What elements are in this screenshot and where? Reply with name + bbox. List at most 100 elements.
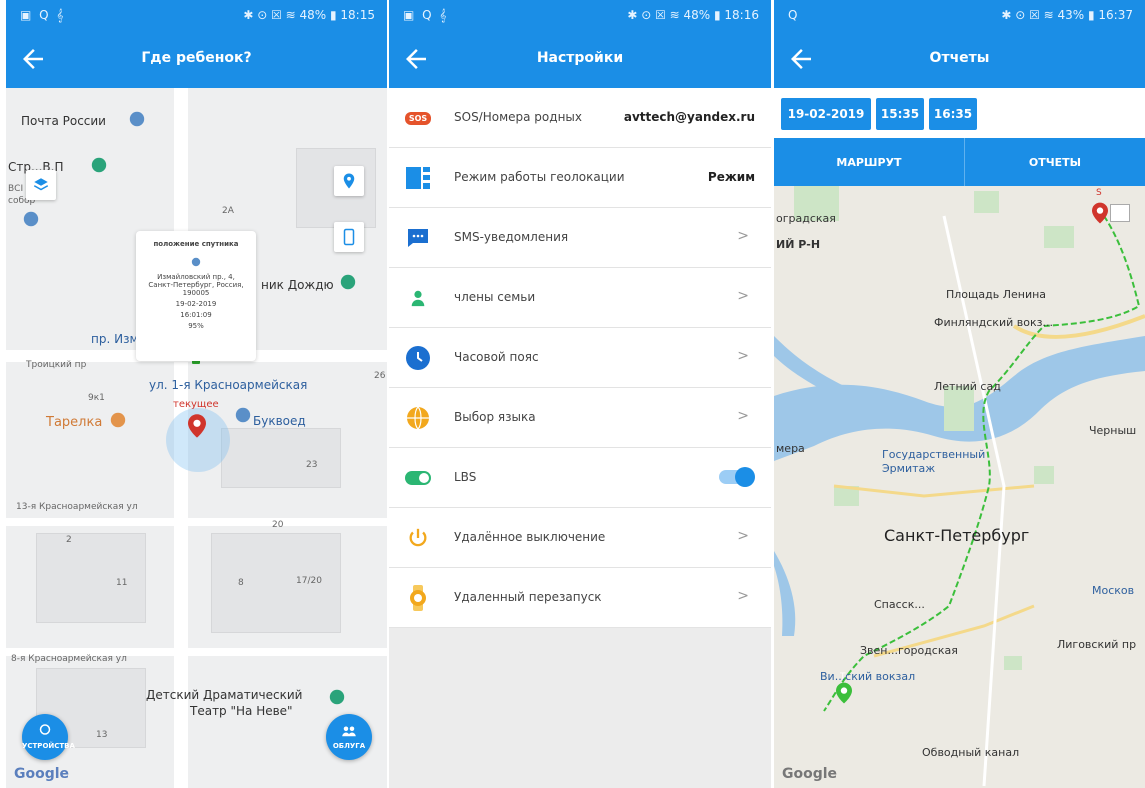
status-bar: Q ✱ ⊙ ☒ ≋ 43% ▮ 16:37: [774, 0, 1145, 30]
settings-item-timezone[interactable]: Часовой пояс >: [389, 328, 771, 388]
route-end-marker-icon[interactable]: [836, 682, 852, 704]
settings-item-lbs[interactable]: LBS: [389, 448, 771, 508]
app-bar: Отчеты: [774, 30, 1145, 88]
sos-icon: SOS: [404, 105, 432, 131]
map-label: Буквоед: [253, 414, 306, 428]
settings-item-sms[interactable]: SMS-уведомления >: [389, 208, 771, 268]
map-label: 2: [66, 535, 72, 545]
app-bar: Настройки: [389, 30, 771, 88]
route-map[interactable]: оградская ИЙ Р-Н Площадь Ленина Финляндс…: [774, 186, 1145, 788]
screen-settings: ▣ Q 𝄞 ✱ ⊙ ☒ ≋ 48% ▮ 18:16 Настройки SOS …: [389, 0, 771, 788]
clock-icon: [405, 345, 431, 371]
service-button-label: ОБЛУГА: [332, 742, 366, 750]
settings-item-geolocation-mode[interactable]: Режим работы геолокации Режим: [389, 148, 771, 208]
layers-icon: [33, 178, 49, 191]
settings-item-label: SOS/Номера родных: [454, 110, 582, 124]
chevron-right-icon: >: [737, 408, 749, 424]
poi-marker-icon[interactable]: [234, 406, 252, 424]
map-label: ВСI: [8, 184, 24, 194]
map-label: Тарелка: [46, 415, 103, 430]
settings-item-language[interactable]: Выбор языка >: [389, 388, 771, 448]
layers-button[interactable]: [26, 170, 56, 200]
location-pin-icon: [343, 173, 355, 189]
poi-marker-icon[interactable]: [328, 688, 346, 706]
page-title: Отчеты: [929, 50, 990, 66]
tab-route[interactable]: МАРШРУТ: [774, 138, 964, 186]
satellite-position-popup[interactable]: положение спутника Измайловский пр., 4, …: [136, 231, 256, 361]
map-label: 26: [374, 371, 386, 381]
settings-item-value: Режим: [707, 170, 755, 184]
map-label: Черныш: [1089, 424, 1137, 437]
settings-item-label: LBS: [454, 470, 477, 484]
status-left: Q: [788, 8, 800, 22]
lbs-toggle-icon: [405, 465, 431, 491]
settings-item-family[interactable]: члены семьи >: [389, 268, 771, 328]
settings-item-label: Удалённое выключение: [454, 530, 606, 544]
poi-marker-icon[interactable]: [339, 273, 357, 291]
service-button[interactable]: ОБЛУГА: [326, 714, 372, 760]
settings-item-sos[interactable]: SOS SOS/Номера родных avttech@yandex.ru: [389, 88, 771, 148]
popup-battery: 95%: [188, 322, 204, 330]
settings-item-remote-restart[interactable]: Удаленный перезапуск >: [389, 568, 771, 628]
people-icon: [342, 726, 356, 737]
poi-marker-icon[interactable]: [109, 411, 127, 429]
map-label: Государственный: [882, 448, 986, 461]
map-label: Ви...ский вокзал: [820, 670, 916, 683]
poi-marker-icon[interactable]: [22, 210, 40, 228]
map-label: Финляндский вокз...: [934, 316, 1053, 329]
chevron-right-icon: >: [737, 348, 749, 364]
map-view[interactable]: Почта России Стр...В.П ВСI собор 2А ник …: [6, 88, 387, 788]
page-title: Настройки: [536, 50, 624, 66]
chevron-right-icon: >: [737, 228, 749, 244]
map-label: Санкт-Петербург: [884, 526, 1030, 545]
settings-item-label: члены семьи: [454, 290, 536, 304]
time-to-chip[interactable]: 16:35: [929, 98, 977, 130]
status-right: ✱ ⊙ ☒ ≋ 48% ▮ 18:15: [243, 8, 375, 22]
lbs-toggle-switch[interactable]: [719, 467, 755, 487]
poi-marker-icon[interactable]: [128, 110, 146, 128]
settings-item-label: Удаленный перезапуск: [454, 590, 602, 604]
map-label: Эрмитаж: [882, 462, 936, 475]
popup-title: положение спутника: [153, 240, 239, 248]
status-bar: ▣ Q 𝄞 ✱ ⊙ ☒ ≋ 48% ▮ 18:15: [6, 0, 387, 30]
power-icon: [405, 525, 431, 551]
map-label: 2А: [222, 206, 234, 216]
route-start-marker-icon[interactable]: [1092, 202, 1108, 224]
poi-marker-icon[interactable]: [90, 156, 108, 174]
route-start-label: S: [1096, 188, 1102, 198]
settings-list: SOS SOS/Номера родных avttech@yandex.ru …: [389, 88, 771, 628]
report-tabs: МАРШРУТ ОТЧЕТЫ: [774, 138, 1145, 186]
screen-where-is-child: ▣ Q 𝄞 ✱ ⊙ ☒ ≋ 48% ▮ 18:15 Где ребенок? П…: [6, 0, 387, 788]
locate-button[interactable]: [334, 166, 364, 196]
settings-item-label: Часовой пояс: [454, 350, 539, 364]
device-button[interactable]: [334, 222, 364, 252]
river-shape: [774, 186, 1145, 787]
map-label: 8-я Красноармейская ул: [11, 654, 127, 664]
map-label: оградская: [776, 212, 836, 225]
map-label: Площадь Ленина: [946, 288, 1047, 301]
date-time-filter: 19-02-2019 15:35 16:35: [774, 88, 1145, 138]
status-left: ▣ Q 𝄞: [403, 8, 449, 22]
report-card-icon[interactable]: [1110, 204, 1130, 222]
globe-icon: [405, 405, 431, 431]
time-from-chip[interactable]: 15:35: [876, 98, 924, 130]
map-label: Троицкий пр: [26, 360, 87, 370]
devices-button-label: УСТРОЙСТВА: [22, 742, 75, 750]
map-label: Почта России: [21, 114, 106, 128]
tab-reports[interactable]: ОТЧЕТЫ: [965, 138, 1145, 186]
map-label: ник Дождю: [261, 278, 334, 292]
devices-button[interactable]: УСТРОЙСТВА: [22, 714, 75, 760]
map-label: 23: [306, 460, 318, 470]
map-label: ул. 1-я Красноармейская: [149, 378, 308, 392]
family-icon: [405, 285, 431, 311]
settings-item-remote-shutdown[interactable]: Удалённое выключение >: [389, 508, 771, 568]
map-label: Театр "На Неве": [190, 704, 293, 718]
settings-item-label: SMS-уведомления: [454, 230, 569, 244]
chevron-right-icon: >: [737, 288, 749, 304]
current-location-marker-icon[interactable]: [188, 414, 206, 438]
watch-icon: [405, 585, 431, 611]
map-label: Спасск...: [874, 598, 925, 611]
date-chip[interactable]: 19-02-2019: [781, 98, 871, 130]
map-label: ИЙ Р-Н: [776, 238, 821, 251]
map-label: Летний сад: [934, 380, 1001, 393]
